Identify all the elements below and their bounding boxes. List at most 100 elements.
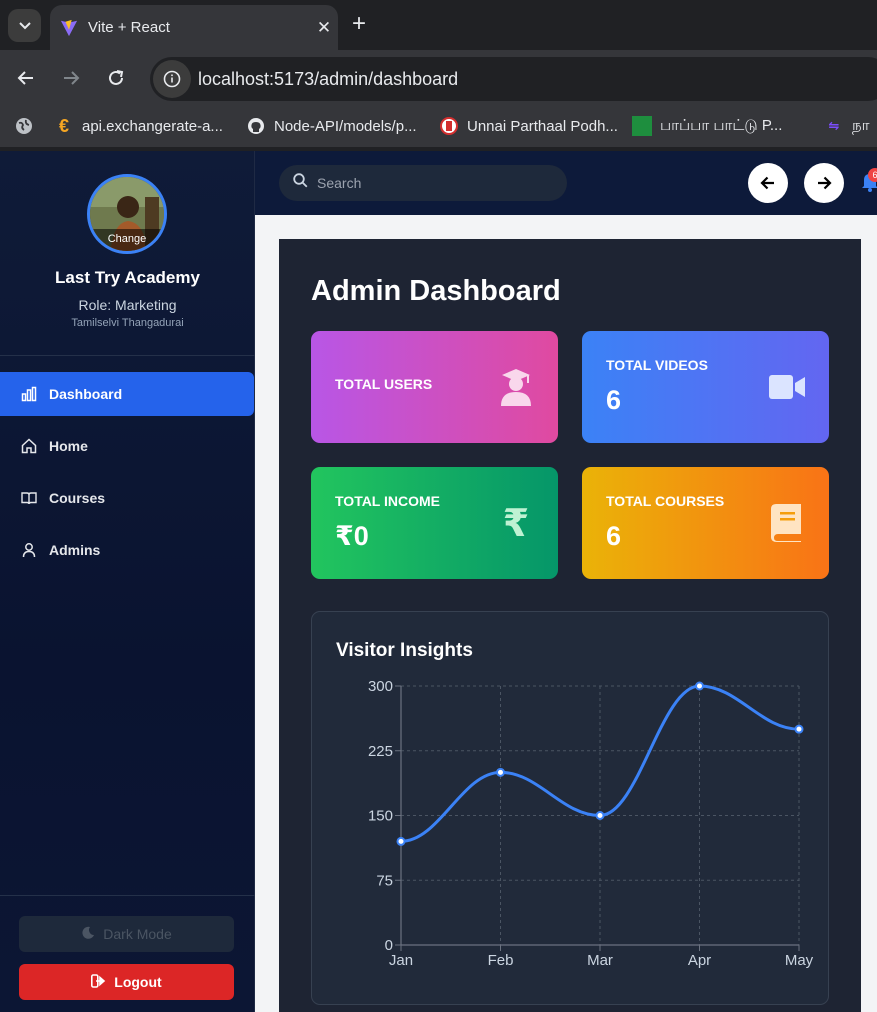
arrow-left-icon	[760, 176, 774, 190]
reload-button[interactable]	[101, 63, 131, 93]
reload-icon	[109, 70, 124, 85]
browser-toolbar: localhost:5173/admin/dashboard	[0, 50, 877, 107]
visitor-insights-panel: Visitor Insights 0 75 150 225 300 Jan Feb Mar Ap…	[311, 611, 829, 1005]
arrow-right-icon	[64, 71, 80, 85]
bookmark-label: api.exchangerate-a...	[82, 117, 223, 135]
bookmark-label: Node-API/models/p...	[274, 117, 417, 135]
sidebar-item-courses[interactable]: Courses	[0, 476, 254, 520]
card-total-users[interactable]: TOTAL USERS	[311, 331, 558, 443]
bookmark-label: நா	[852, 116, 870, 134]
user-graduate-icon	[496, 367, 536, 407]
back-nav-button[interactable]	[748, 163, 788, 203]
visitor-line-chart: 075150225300Jan Feb Mar Apr May	[368, 678, 814, 969]
bookmarks-bar: € api.exchangerate-a... Node-API/models/…	[0, 107, 877, 147]
dashboard-panel: Admin Dashboard TOTAL USERS TOTAL VIDEOS…	[279, 239, 861, 1012]
moon-icon	[81, 926, 95, 943]
search-icon	[293, 173, 308, 193]
y-tick-label: 75	[376, 872, 393, 889]
dark-mode-label: Dark Mode	[103, 926, 172, 942]
book-icon	[767, 503, 807, 543]
euro-icon: €	[58, 115, 69, 136]
chevron-down-icon	[18, 21, 31, 29]
logout-button[interactable]: Logout	[19, 964, 234, 1000]
browser-tabbar: Vite + React ✕ +	[0, 0, 877, 50]
close-tab-icon[interactable]: ✕	[310, 18, 338, 38]
back-button[interactable]	[11, 63, 41, 93]
x-tick-label: Feb	[488, 952, 514, 969]
bookmark-site-icon: ⇋	[828, 118, 840, 133]
sidebar-item-label: Dashboard	[49, 386, 123, 402]
change-avatar-label[interactable]: Change	[90, 229, 164, 251]
sidebar-item-home[interactable]: Home	[0, 424, 254, 468]
sidebar-divider	[0, 355, 255, 356]
globe-icon	[14, 116, 34, 136]
url-text: localhost:5173/admin/dashboard	[198, 68, 459, 89]
site-info-icon[interactable]	[153, 60, 191, 98]
y-tick-label: 300	[368, 678, 393, 695]
y-tick-label: 150	[368, 808, 393, 825]
sidebar-item-dashboard[interactable]: Dashboard	[0, 372, 254, 416]
video-icon	[767, 367, 807, 407]
data-point	[396, 836, 406, 846]
top-bar: 6	[255, 151, 877, 215]
x-tick-label: Apr	[688, 952, 711, 969]
sidebar-divider	[0, 895, 255, 896]
forward-button[interactable]	[56, 63, 86, 93]
search-box[interactable]	[279, 165, 567, 201]
rupee-icon: ₹	[502, 502, 530, 545]
chart-bar-icon	[20, 385, 38, 403]
data-point	[794, 724, 804, 734]
book-open-icon	[20, 489, 38, 507]
dark-mode-button[interactable]: Dark Mode	[19, 916, 234, 952]
sidebar-item-admins[interactable]: Admins	[0, 528, 254, 572]
bookmark-label: பாப்பா பாட்டு P...	[660, 116, 783, 134]
card-label: TOTAL INCOME	[335, 493, 440, 509]
bookmark-tamil[interactable]: பாப்பா பாட்டு P...	[632, 116, 782, 136]
data-point	[595, 811, 605, 820]
bookmark-label: Unnai Parthaal Podh...	[467, 117, 618, 135]
x-tick-label: Jan	[389, 952, 413, 969]
card-label: TOTAL USERS	[335, 376, 433, 392]
card-label: TOTAL COURSES	[606, 493, 725, 509]
app-root: Change Last Try Academy Role: Marketing …	[0, 151, 877, 1012]
card-value: ₹0	[335, 521, 369, 551]
bookmark-github[interactable]: Node-API/models/p...	[246, 116, 417, 136]
green-site-icon	[632, 116, 652, 136]
logout-label: Logout	[114, 974, 162, 990]
card-total-income[interactable]: TOTAL INCOME ₹0 ₹	[311, 467, 558, 579]
user-role: Role: Marketing	[78, 297, 177, 313]
y-tick-label: 225	[368, 743, 393, 760]
bookmark-globe[interactable]	[14, 116, 42, 136]
tab-title: Vite + React	[88, 19, 170, 36]
bookmark-exchangerate[interactable]: € api.exchangerate-a...	[54, 116, 223, 136]
home-icon	[20, 437, 38, 455]
card-value: 6	[606, 385, 622, 415]
new-tab-icon[interactable]: +	[352, 12, 366, 36]
page-title: Admin Dashboard	[311, 275, 561, 307]
logout-icon	[91, 973, 106, 991]
card-total-videos[interactable]: TOTAL VIDEOS 6	[582, 331, 829, 443]
bookmark-music[interactable]: Unnai Parthaal Podh...	[439, 116, 618, 136]
bookmark-more[interactable]: ⇋ நா	[824, 116, 870, 136]
x-tick-label: May	[785, 952, 814, 969]
data-point	[695, 681, 704, 691]
arrow-left-icon	[17, 71, 33, 85]
data-point	[496, 767, 505, 777]
x-tick-label: Mar	[587, 952, 613, 969]
card-value: 6	[606, 521, 622, 551]
user-icon	[20, 541, 38, 559]
search-input[interactable]	[317, 175, 537, 191]
address-bar[interactable]: localhost:5173/admin/dashboard	[150, 57, 877, 101]
forward-nav-button[interactable]	[804, 163, 844, 203]
card-total-courses[interactable]: TOTAL COURSES 6	[582, 467, 829, 579]
tab-search-button[interactable]	[8, 9, 41, 42]
arrow-right-icon	[818, 176, 832, 190]
card-label: TOTAL VIDEOS	[606, 357, 708, 373]
academy-name: Last Try Academy	[55, 268, 200, 287]
sidebar-item-label: Courses	[49, 490, 106, 506]
user-name: Tamilselvi Thangadurai	[71, 317, 184, 329]
browser-tab[interactable]: Vite + React ✕	[50, 5, 338, 50]
avatar[interactable]: Change	[87, 174, 167, 254]
sidebar-item-label: Home	[49, 438, 88, 454]
vite-logo-icon	[60, 19, 78, 36]
